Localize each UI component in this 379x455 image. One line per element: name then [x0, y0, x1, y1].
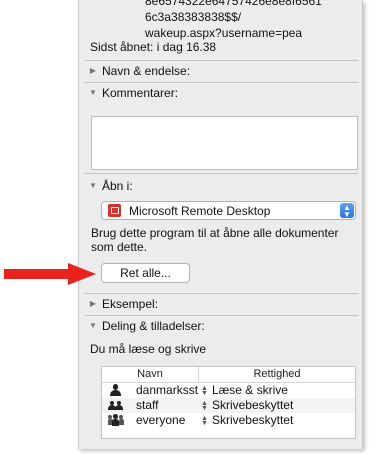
section-open-with[interactable]: ▼ Åbn i: — [88, 178, 133, 194]
table-row[interactable]: everyone ▲ ▼ Skrivebeskyttet — [102, 413, 355, 428]
section-sharing[interactable]: ▼ Deling & tilladelser: — [88, 318, 205, 334]
divider — [84, 60, 358, 61]
divider — [84, 293, 358, 294]
selected-app-name: Microsoft Remote Desktop — [129, 203, 271, 218]
privilege-select[interactable]: ▲ ▼ Skrivebeskyttet — [198, 413, 355, 428]
open-with-description: Brug dette program til at åbne alle doku… — [91, 226, 339, 254]
permission-summary: Du må læse og skrive — [90, 342, 207, 356]
privilege-value: Skrivebeskyttet — [211, 413, 294, 427]
disclosure-right-icon[interactable]: ▶ — [88, 296, 98, 312]
comments-textarea[interactable] — [91, 116, 358, 170]
user-name: danmarksst... — [136, 383, 198, 397]
column-header-name[interactable]: Navn — [102, 367, 199, 382]
stepper-icon: ▲ ▼ — [201, 399, 208, 412]
user-icon — [108, 384, 132, 397]
column-header-privilege[interactable]: Rettighed — [199, 367, 355, 382]
divider — [84, 82, 358, 83]
section-label: Åbn i: — [102, 179, 133, 193]
divider — [84, 315, 358, 316]
remote-desktop-icon — [108, 204, 121, 217]
stepper-icon: ▲ ▼ — [201, 414, 208, 427]
disclosure-down-icon[interactable]: ▼ — [88, 318, 98, 334]
arrow-shape — [4, 263, 96, 285]
everyone-icon — [108, 414, 132, 427]
table-header: Navn Rettighed — [102, 367, 355, 383]
section-label: Navn & endelse: — [102, 64, 191, 78]
divider — [84, 173, 358, 174]
path-line: 8e6574322e64757426e8e8f6561 — [145, 0, 322, 8]
stepper-icon: ▲ ▼ — [201, 384, 208, 397]
section-preview[interactable]: ▶ Eksempel: — [88, 296, 158, 312]
section-label: Deling & tilladelser: — [102, 319, 205, 333]
permissions-table: Navn Rettighed danmarksst... ▲▼ Læse & s… — [101, 366, 356, 439]
chevron-updown-icon[interactable]: ▲ ▼ — [340, 203, 354, 218]
section-label: Eksempel: — [102, 297, 159, 311]
privilege-value: Skrivebeskyttet — [211, 398, 294, 412]
section-label: Kommentarer: — [102, 86, 179, 100]
path-line: 6c3a38383838$$/ — [145, 10, 242, 24]
section-comments[interactable]: ▼ Kommentarer: — [88, 85, 178, 101]
user-name: everyone — [136, 413, 186, 427]
disclosure-down-icon[interactable]: ▼ — [88, 178, 98, 194]
privilege-select[interactable]: ▲ ▼ Læse & skrive — [198, 383, 355, 398]
last-opened: Sidst åbnet: i dag 16.38 — [90, 39, 216, 55]
privilege-select[interactable]: ▲ ▼ Skrivebeskyttet — [198, 398, 355, 413]
last-opened-label: Sidst åbnet: — [90, 40, 154, 54]
change-all-button[interactable]: Ret alle... — [101, 263, 190, 283]
group-icon — [108, 399, 132, 412]
red-arrow-annotation — [4, 263, 96, 285]
get-info-panel: 8e6574322e64757426e8e8f6561 6c3a38383838… — [78, 0, 363, 449]
user-name: staff — [136, 398, 159, 412]
open-with-select[interactable]: Microsoft Remote Desktop ▲ ▼ — [101, 201, 356, 220]
last-opened-value: i dag 16.38 — [156, 40, 217, 54]
table-row[interactable]: danmarksst... ▲▼ Læse & skrive — [102, 383, 355, 398]
section-name-extension[interactable]: ▶ Navn & endelse: — [88, 63, 190, 79]
privilege-value: Læse & skrive — [211, 383, 288, 397]
file-path: 8e6574322e64757426e8e8f6561 6c3a38383838… — [145, 0, 322, 41]
disclosure-right-icon[interactable]: ▶ — [88, 63, 98, 79]
table-row[interactable]: staff ▲ ▼ Skrivebeskyttet — [102, 398, 355, 413]
disclosure-down-icon[interactable]: ▼ — [88, 85, 98, 101]
